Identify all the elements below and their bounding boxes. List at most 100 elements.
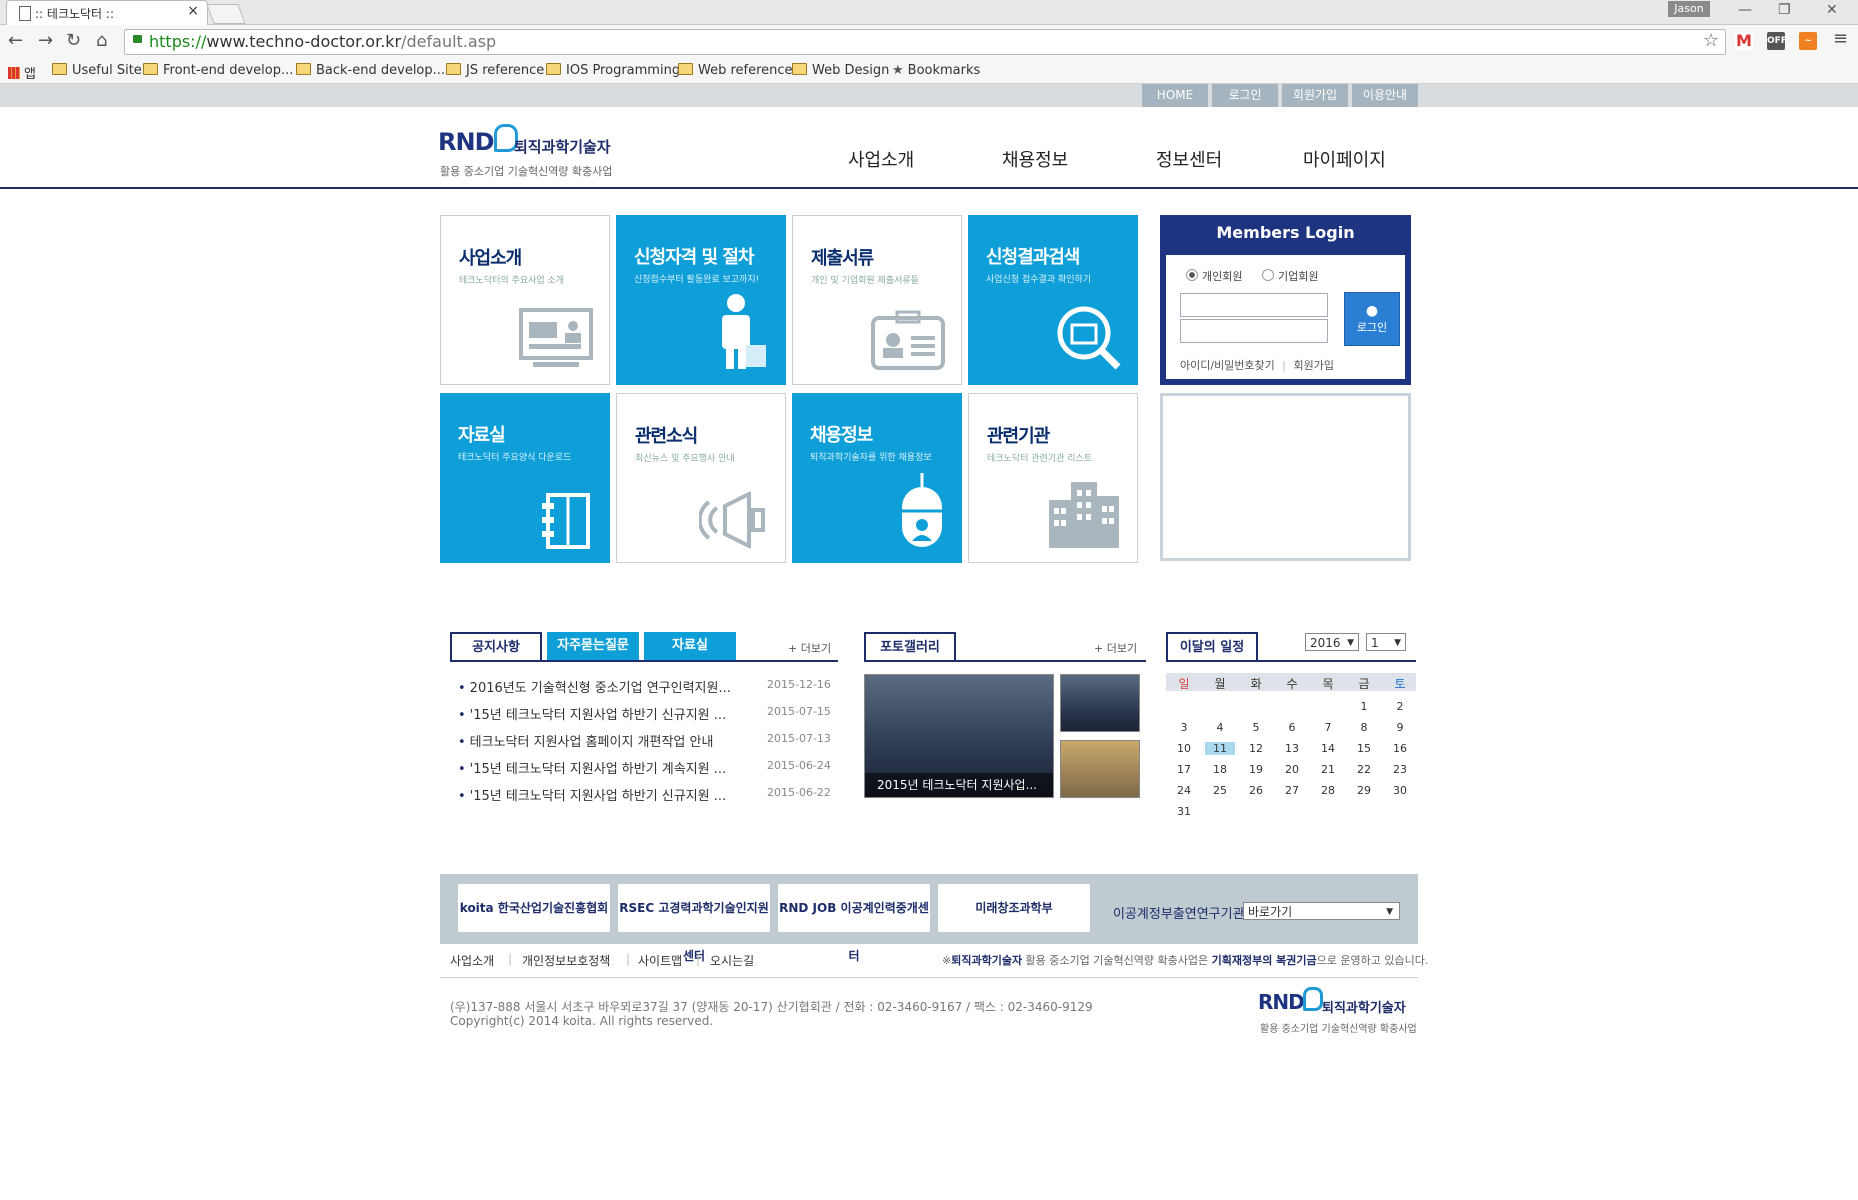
analytics-extension-icon[interactable]: ~ <box>1799 32 1817 50</box>
bookmark-folder[interactable]: ★ Bookmarks <box>892 63 980 78</box>
gallery-more-link[interactable]: + 더보기 <box>1094 640 1137 656</box>
tile-result-search[interactable]: 신청결과검색 사업신청 접수결과 확인하기 <box>968 215 1138 385</box>
radio-company[interactable]: 기업회원 <box>1262 268 1318 284</box>
tab-archive[interactable]: 자료실 <box>644 632 736 660</box>
minimize-icon[interactable]: — <box>1738 2 1752 18</box>
notice-more-link[interactable]: + 더보기 <box>788 640 831 656</box>
bookmark-folder[interactable]: Web Design <box>792 63 889 78</box>
notice-item[interactable]: • '15년 테크노닥터 지원사업 하반기 계속지원 ... <box>458 758 726 777</box>
tile-news[interactable]: 관련소식 최신뉴스 및 주요행사 안내 <box>616 393 786 563</box>
tile-documents[interactable]: 제출서류 개인 및 기업회원 제출서류들 <box>792 215 962 385</box>
restore-icon[interactable]: ❐ <box>1778 2 1791 18</box>
tile-institutions[interactable]: 관련기관 테크노닥터 관련기관 리스트 <box>968 393 1138 563</box>
tab-gallery[interactable]: 포토갤러리 <box>864 632 956 660</box>
browser-tab[interactable]: :: 테크노닥터 :: × <box>6 0 208 25</box>
calendar-day[interactable]: 29 <box>1349 784 1379 797</box>
calendar-day[interactable]: 26 <box>1241 784 1271 797</box>
calendar-day[interactable]: 6 <box>1277 721 1307 734</box>
calendar-day[interactable]: 1 <box>1349 700 1379 713</box>
home-icon[interactable]: ⌂ <box>96 30 107 51</box>
menu-icon[interactable]: ≡ <box>1833 28 1848 49</box>
calendar-day[interactable]: 25 <box>1205 784 1235 797</box>
calendar-day[interactable]: 17 <box>1169 763 1199 776</box>
calendar-day[interactable]: 19 <box>1241 763 1271 776</box>
calendar-day[interactable]: 3 <box>1169 721 1199 734</box>
util-guide[interactable]: 이용안내 <box>1352 84 1418 107</box>
window-close-icon[interactable]: ✕ <box>1826 2 1838 18</box>
bookmark-star-icon[interactable]: ☆ <box>1703 29 1719 53</box>
tab-notice[interactable]: 공지사항 <box>450 632 542 660</box>
reload-icon[interactable]: ↻ <box>66 30 81 51</box>
calendar-day[interactable]: 4 <box>1205 721 1235 734</box>
bookmark-folder[interactable]: Front-end develop... <box>143 63 293 78</box>
util-join[interactable]: 회원가입 <box>1282 84 1348 107</box>
id-input[interactable] <box>1180 293 1328 317</box>
gnb-mypage[interactable]: 마이페이지 <box>1303 146 1386 172</box>
logo-mark[interactable]: RND <box>438 128 494 156</box>
back-icon[interactable]: ← <box>8 30 23 51</box>
calendar-day[interactable]: 2 <box>1385 700 1415 713</box>
banner-rsec[interactable]: RSEC 고경력과학기술인지원센터 <box>618 884 770 963</box>
notice-item[interactable]: • 2016년도 기술혁신형 중소기업 연구인력지원... <box>458 677 731 696</box>
logo-name[interactable]: 퇴직과학기술자 <box>514 136 611 157</box>
tab-faq[interactable]: 자주묻는질문 <box>547 632 639 660</box>
new-tab-button[interactable] <box>206 4 246 24</box>
bookmark-folder[interactable]: Useful Site <box>52 63 142 78</box>
tile-eligibility[interactable]: 신청자격 및 절차 신청접수부터 활동완료 보고까지! <box>616 215 786 385</box>
calendar-day[interactable]: 30 <box>1385 784 1415 797</box>
calendar-day[interactable]: 9 <box>1385 721 1415 734</box>
gallery-thumb[interactable] <box>1060 740 1140 798</box>
footer-link-directions[interactable]: 오시는길 <box>710 952 754 969</box>
month-select[interactable]: 1 ▼ <box>1366 633 1406 651</box>
calendar-day[interactable]: 24 <box>1169 784 1199 797</box>
calendar-day[interactable]: 22 <box>1349 763 1379 776</box>
gmail-icon[interactable]: M <box>1735 32 1753 50</box>
tile-archive[interactable]: 자료실 테크노닥터 주요양식 다운로드 <box>440 393 610 563</box>
notice-item[interactable]: • 테크노닥터 지원사업 홈페이지 개편작업 안내 <box>458 731 713 750</box>
calendar-day[interactable]: 7 <box>1313 721 1343 734</box>
calendar-day[interactable]: 14 <box>1313 742 1343 755</box>
footer-link-business[interactable]: 사업소개 <box>450 952 494 969</box>
notice-item[interactable]: • '15년 테크노닥터 지원사업 하반기 신규지원 ... <box>458 704 726 723</box>
util-home[interactable]: HOME <box>1142 84 1208 107</box>
family-site-select[interactable]: 바로가기 ▼ <box>1243 902 1400 920</box>
footer-link-privacy[interactable]: 개인정보보호정책 <box>522 952 610 969</box>
year-select[interactable]: 2016 ▼ <box>1305 633 1359 651</box>
calendar-day[interactable]: 15 <box>1349 742 1379 755</box>
bookmark-folder[interactable]: Back-end develop... <box>296 63 445 78</box>
bookmark-folder[interactable]: Web reference <box>678 63 793 78</box>
calendar-day[interactable]: 20 <box>1277 763 1307 776</box>
password-input[interactable] <box>1180 319 1328 343</box>
tile-recruitment[interactable]: 채용정보 퇴직과학기술자를 위한 채용정보 <box>792 393 962 563</box>
calendar-day[interactable]: 31 <box>1169 805 1199 818</box>
login-button[interactable]: ● 로그인 <box>1344 292 1400 346</box>
calendar-day[interactable]: 5 <box>1241 721 1271 734</box>
calendar-day[interactable]: 12 <box>1241 742 1271 755</box>
tab-close-icon[interactable]: × <box>187 3 199 19</box>
bookmark-folder[interactable]: JS reference <box>446 63 544 78</box>
calendar-day[interactable]: 8 <box>1349 721 1379 734</box>
gnb-info-center[interactable]: 정보센터 <box>1156 146 1222 172</box>
tab-schedule[interactable]: 이달의 일정 <box>1166 632 1258 660</box>
calendar-day[interactable]: 23 <box>1385 763 1415 776</box>
gallery-main-photo[interactable]: 2015년 테크노닥터 지원사업... <box>864 674 1054 798</box>
calendar-day[interactable]: 18 <box>1205 763 1235 776</box>
calendar-day[interactable]: 16 <box>1385 742 1415 755</box>
calendar-day[interactable]: 27 <box>1277 784 1307 797</box>
bookmark-apps[interactable]: 앱 <box>8 63 36 82</box>
calendar-day[interactable]: 21 <box>1313 763 1343 776</box>
radio-personal[interactable]: 개인회원 <box>1186 268 1242 284</box>
footer-link-sitemap[interactable]: 사이트맵 <box>638 952 682 969</box>
profile-badge[interactable]: Jason <box>1668 1 1710 17</box>
gallery-thumb[interactable] <box>1060 674 1140 732</box>
calendar-day[interactable]: 10 <box>1169 742 1199 755</box>
gnb-business[interactable]: 사업소개 <box>848 146 914 172</box>
banner-msip[interactable]: 미래창조과학부 <box>938 884 1090 932</box>
calendar-day[interactable]: 28 <box>1313 784 1343 797</box>
calendar-day[interactable]: 11 <box>1205 742 1235 755</box>
tile-business-intro[interactable]: 사업소개 테크노닥터의 주요사업 소개 <box>440 215 610 385</box>
gnb-jobs[interactable]: 채용정보 <box>1002 146 1068 172</box>
banner-rndjob[interactable]: RND JOB 이공계인력중개센터 <box>778 884 930 963</box>
extension-off-icon[interactable]: OFF <box>1767 32 1787 50</box>
find-account-link[interactable]: 아이디/비밀번호찾기 <box>1180 359 1275 372</box>
